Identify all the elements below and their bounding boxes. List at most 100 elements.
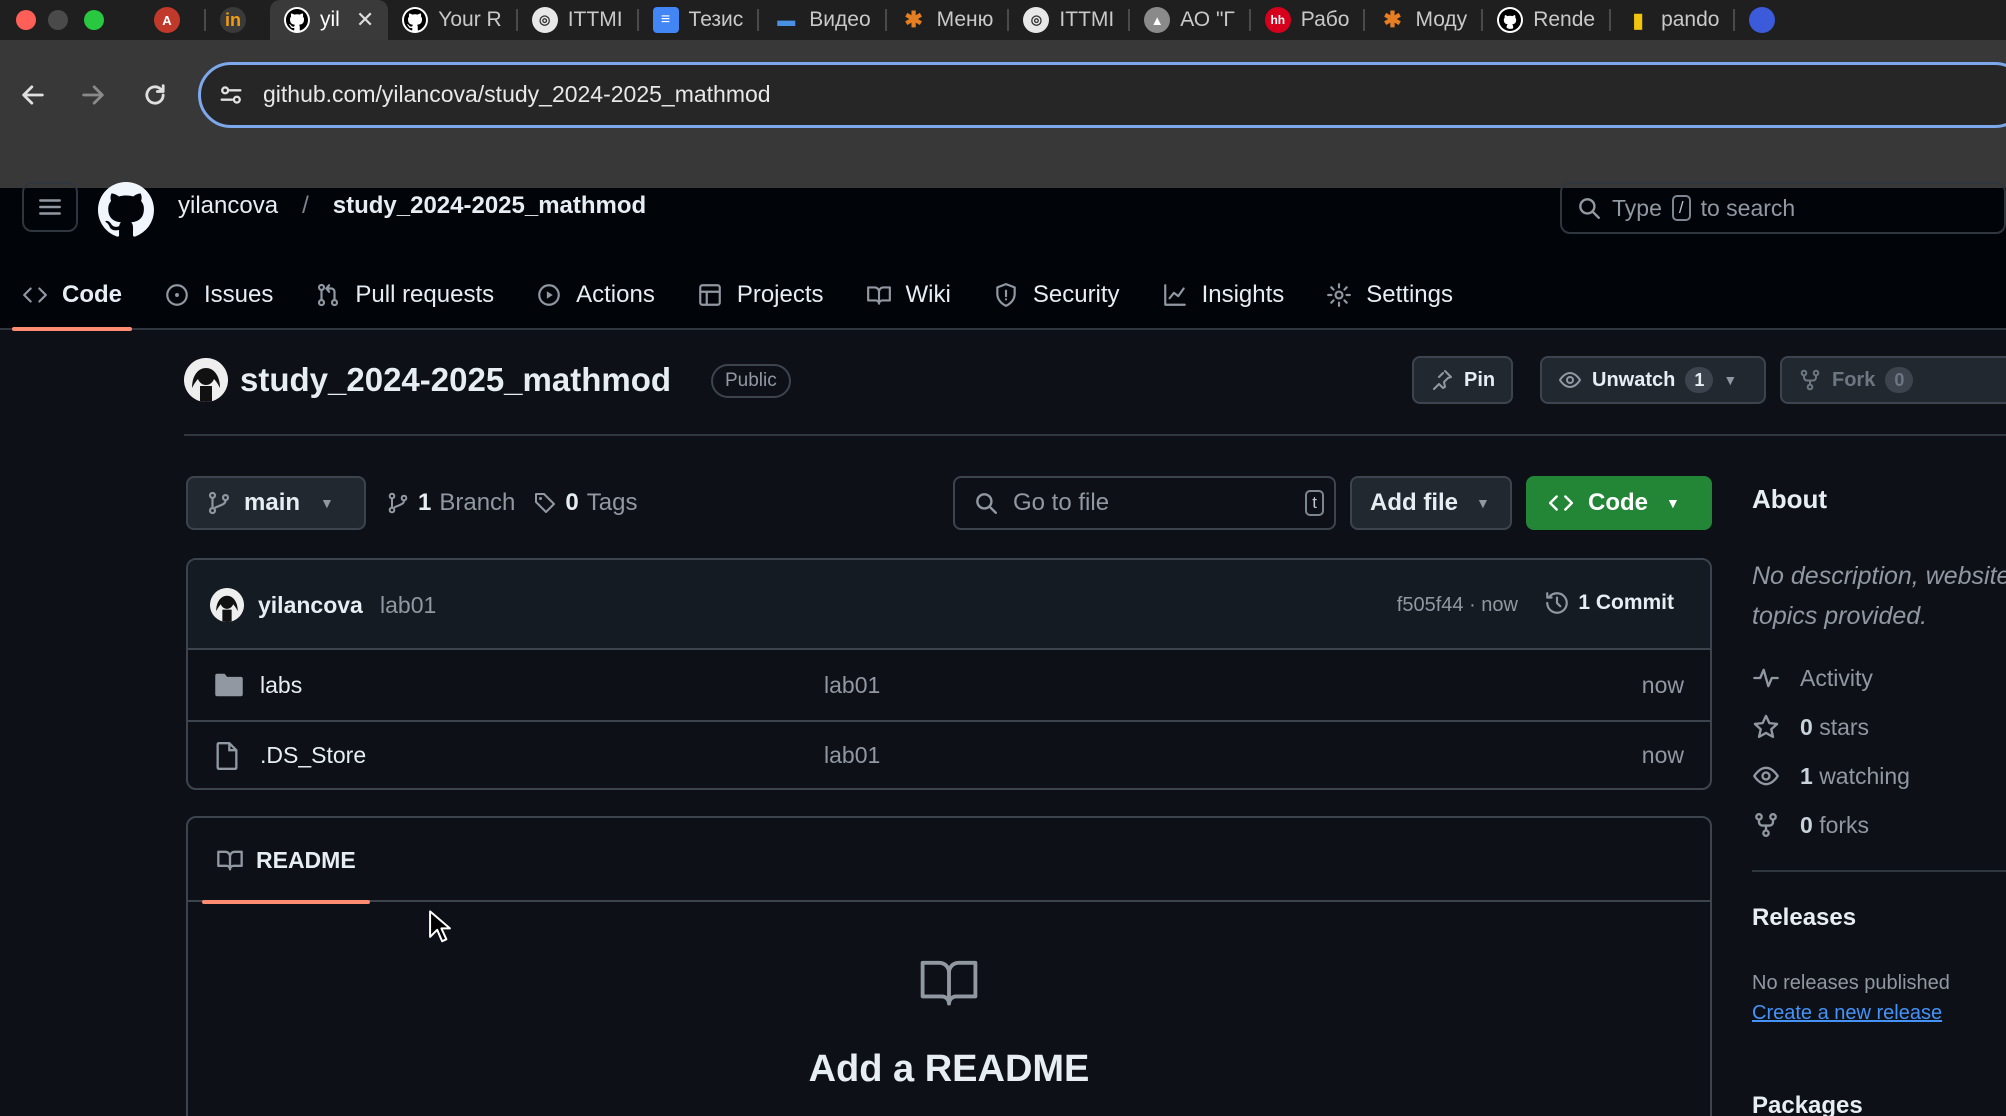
pulse-icon — [1753, 668, 1779, 688]
file-row[interactable]: labs lab01 now — [188, 652, 1710, 720]
browser-tab[interactable]: ◎ ITTMI — [1009, 0, 1128, 40]
folder-icon — [215, 673, 243, 697]
repo-title-row: study_2024-2025_mathmod Public Pin Unwat… — [184, 352, 2006, 412]
readme-panel: README Add a README — [186, 816, 1712, 1116]
commit-message-link[interactable]: lab01 — [380, 592, 436, 619]
tab-projects[interactable]: Projects — [697, 270, 824, 320]
browser-tab[interactable]: hh Рабо — [1251, 0, 1364, 40]
browser-tab[interactable]: ▮ pando — [1611, 0, 1733, 40]
file-row[interactable]: .DS_Store lab01 now — [188, 720, 1710, 788]
graph-icon — [1163, 284, 1186, 306]
tag-icon — [535, 493, 556, 513]
reload-button[interactable] — [138, 78, 172, 112]
releases-heading[interactable]: Releases — [1752, 904, 1856, 932]
close-window-button[interactable] — [16, 10, 36, 30]
tab-security[interactable]: Security — [993, 270, 1120, 320]
go-to-file-input[interactable]: Go to file t — [953, 476, 1336, 530]
fork-button[interactable]: Fork 0 — [1780, 356, 2006, 404]
tab-insights[interactable]: Insights — [1162, 270, 1284, 320]
search-icon — [1579, 198, 1600, 219]
menu-button[interactable] — [22, 182, 78, 232]
file-icon — [216, 742, 238, 770]
caret-down-icon: ▼ — [320, 495, 334, 511]
branch-selector[interactable]: main ▼ — [186, 476, 366, 530]
site-settings-icon[interactable] — [217, 81, 245, 109]
zoom-window-button[interactable] — [84, 10, 104, 30]
branch-icon — [208, 491, 230, 515]
browser-tab-bar: A in yil ✕ Your R ◎ ITTMI ≡ Тезис ▬ Виде… — [0, 0, 2006, 40]
docs-icon: ≡ — [652, 7, 679, 33]
forks-link[interactable]: 0 forks — [1752, 811, 1869, 839]
repo-name-heading: study_2024-2025_mathmod — [240, 361, 672, 398]
search-input[interactable]: Type / to search — [1560, 182, 2006, 234]
browser-tab[interactable]: ✱ Меню — [887, 0, 1008, 40]
search-shortcut-key: / — [1671, 195, 1691, 221]
back-arrow-icon — [22, 85, 44, 105]
packages-heading[interactable]: Packages — [1752, 1092, 1863, 1116]
browser-tab[interactable]: A — [140, 0, 204, 40]
add-file-button[interactable]: Add file ▼ — [1350, 476, 1512, 530]
browser-tab[interactable]: ≡ Тезис — [639, 0, 758, 40]
tags-link[interactable]: 0 Tags — [533, 489, 637, 517]
hamburger-icon — [39, 199, 61, 215]
code-dropdown-button[interactable]: Code ▼ — [1526, 476, 1712, 530]
tab-wiki[interactable]: Wiki — [866, 270, 951, 320]
create-release-link[interactable]: Create a new release — [1752, 1002, 1942, 1025]
breadcrumb-repo-link[interactable]: study_2024-2025_mathmod — [333, 192, 646, 220]
file-name-link[interactable]: labs — [260, 672, 302, 699]
pin-button[interactable]: Pin — [1412, 356, 1514, 404]
tab-pull-requests[interactable]: Pull requests — [315, 270, 494, 320]
address-bar[interactable]: github.com/yilancova/study_2024-2025_mat… — [198, 62, 2006, 128]
file-commit-message[interactable]: lab01 — [824, 672, 880, 699]
browser-tab-active[interactable]: yil ✕ — [270, 0, 389, 40]
url-text: github.com/yilancova/study_2024-2025_mat… — [263, 81, 771, 107]
commit-author-avatar[interactable] — [210, 588, 244, 622]
file-table: yilancova lab01 f505f44 · now 1 Commit l… — [186, 558, 1712, 790]
browser-tab[interactable]: ◎ ITTMI — [518, 0, 637, 40]
watching-link[interactable]: 1 watching — [1752, 762, 1910, 790]
table-icon — [698, 284, 721, 306]
browser-tab[interactable] — [1735, 0, 1789, 40]
breadcrumb-owner-link[interactable]: yilancova — [178, 192, 278, 220]
code-icon — [1548, 495, 1574, 511]
latest-commit-row: yilancova lab01 f505f44 · now 1 Commit — [188, 560, 1710, 650]
owner-avatar[interactable] — [184, 358, 228, 402]
star-icon — [1753, 714, 1779, 739]
tab-settings[interactable]: Settings — [1326, 270, 1453, 320]
activity-link[interactable]: Activity — [1752, 664, 1873, 692]
browser-tab[interactable]: Rende — [1483, 0, 1609, 40]
goto-shortcut-key: t — [1305, 490, 1324, 516]
forward-button[interactable] — [76, 78, 110, 112]
browser-tab[interactable]: Your R — [388, 0, 515, 40]
tab-code[interactable]: Code — [12, 270, 132, 331]
back-button[interactable] — [16, 78, 50, 112]
browser-tab[interactable]: ▲ АО "Г — [1130, 0, 1249, 40]
browser-tab[interactable]: in — [206, 0, 270, 40]
close-tab-icon[interactable]: ✕ — [356, 7, 374, 33]
watch-count: 1 — [1685, 367, 1714, 393]
stars-link[interactable]: 0 stars — [1752, 713, 1869, 741]
browser-tab[interactable]: ✱ Моду — [1365, 0, 1481, 40]
tab-readme[interactable]: README — [202, 818, 370, 904]
eye-icon — [1752, 766, 1780, 786]
hh-icon: hh — [1264, 7, 1291, 33]
eye-icon — [1558, 371, 1582, 389]
file-commit-message[interactable]: lab01 — [824, 742, 880, 769]
file-name-link[interactable]: .DS_Store — [260, 742, 366, 769]
github-logo-icon[interactable] — [98, 182, 154, 238]
about-description: No description, website, or topics provi… — [1752, 562, 2006, 630]
commit-history-link[interactable]: 1 Commit — [1544, 590, 1674, 616]
github-icon — [402, 7, 429, 33]
unwatch-button[interactable]: Unwatch 1 ▼ — [1540, 356, 1766, 404]
minimize-window-button[interactable] — [48, 10, 68, 30]
branches-link[interactable]: 1 Branch — [386, 489, 515, 517]
commit-hash-link[interactable]: f505f44 — [1397, 594, 1464, 616]
breadcrumb: yilancova / study_2024-2025_mathmod — [178, 192, 646, 220]
tab-issues[interactable]: Issues — [164, 270, 273, 320]
tab-strip: A in yil ✕ Your R ◎ ITTMI ≡ Тезис ▬ Виде… — [140, 0, 1789, 40]
browser-tab[interactable]: ▬ Видео — [759, 0, 884, 40]
commit-author-link[interactable]: yilancova — [258, 592, 363, 619]
github-icon — [284, 7, 310, 33]
bottle-icon: ▮ — [1632, 9, 1644, 32]
tab-actions[interactable]: Actions — [536, 270, 655, 320]
